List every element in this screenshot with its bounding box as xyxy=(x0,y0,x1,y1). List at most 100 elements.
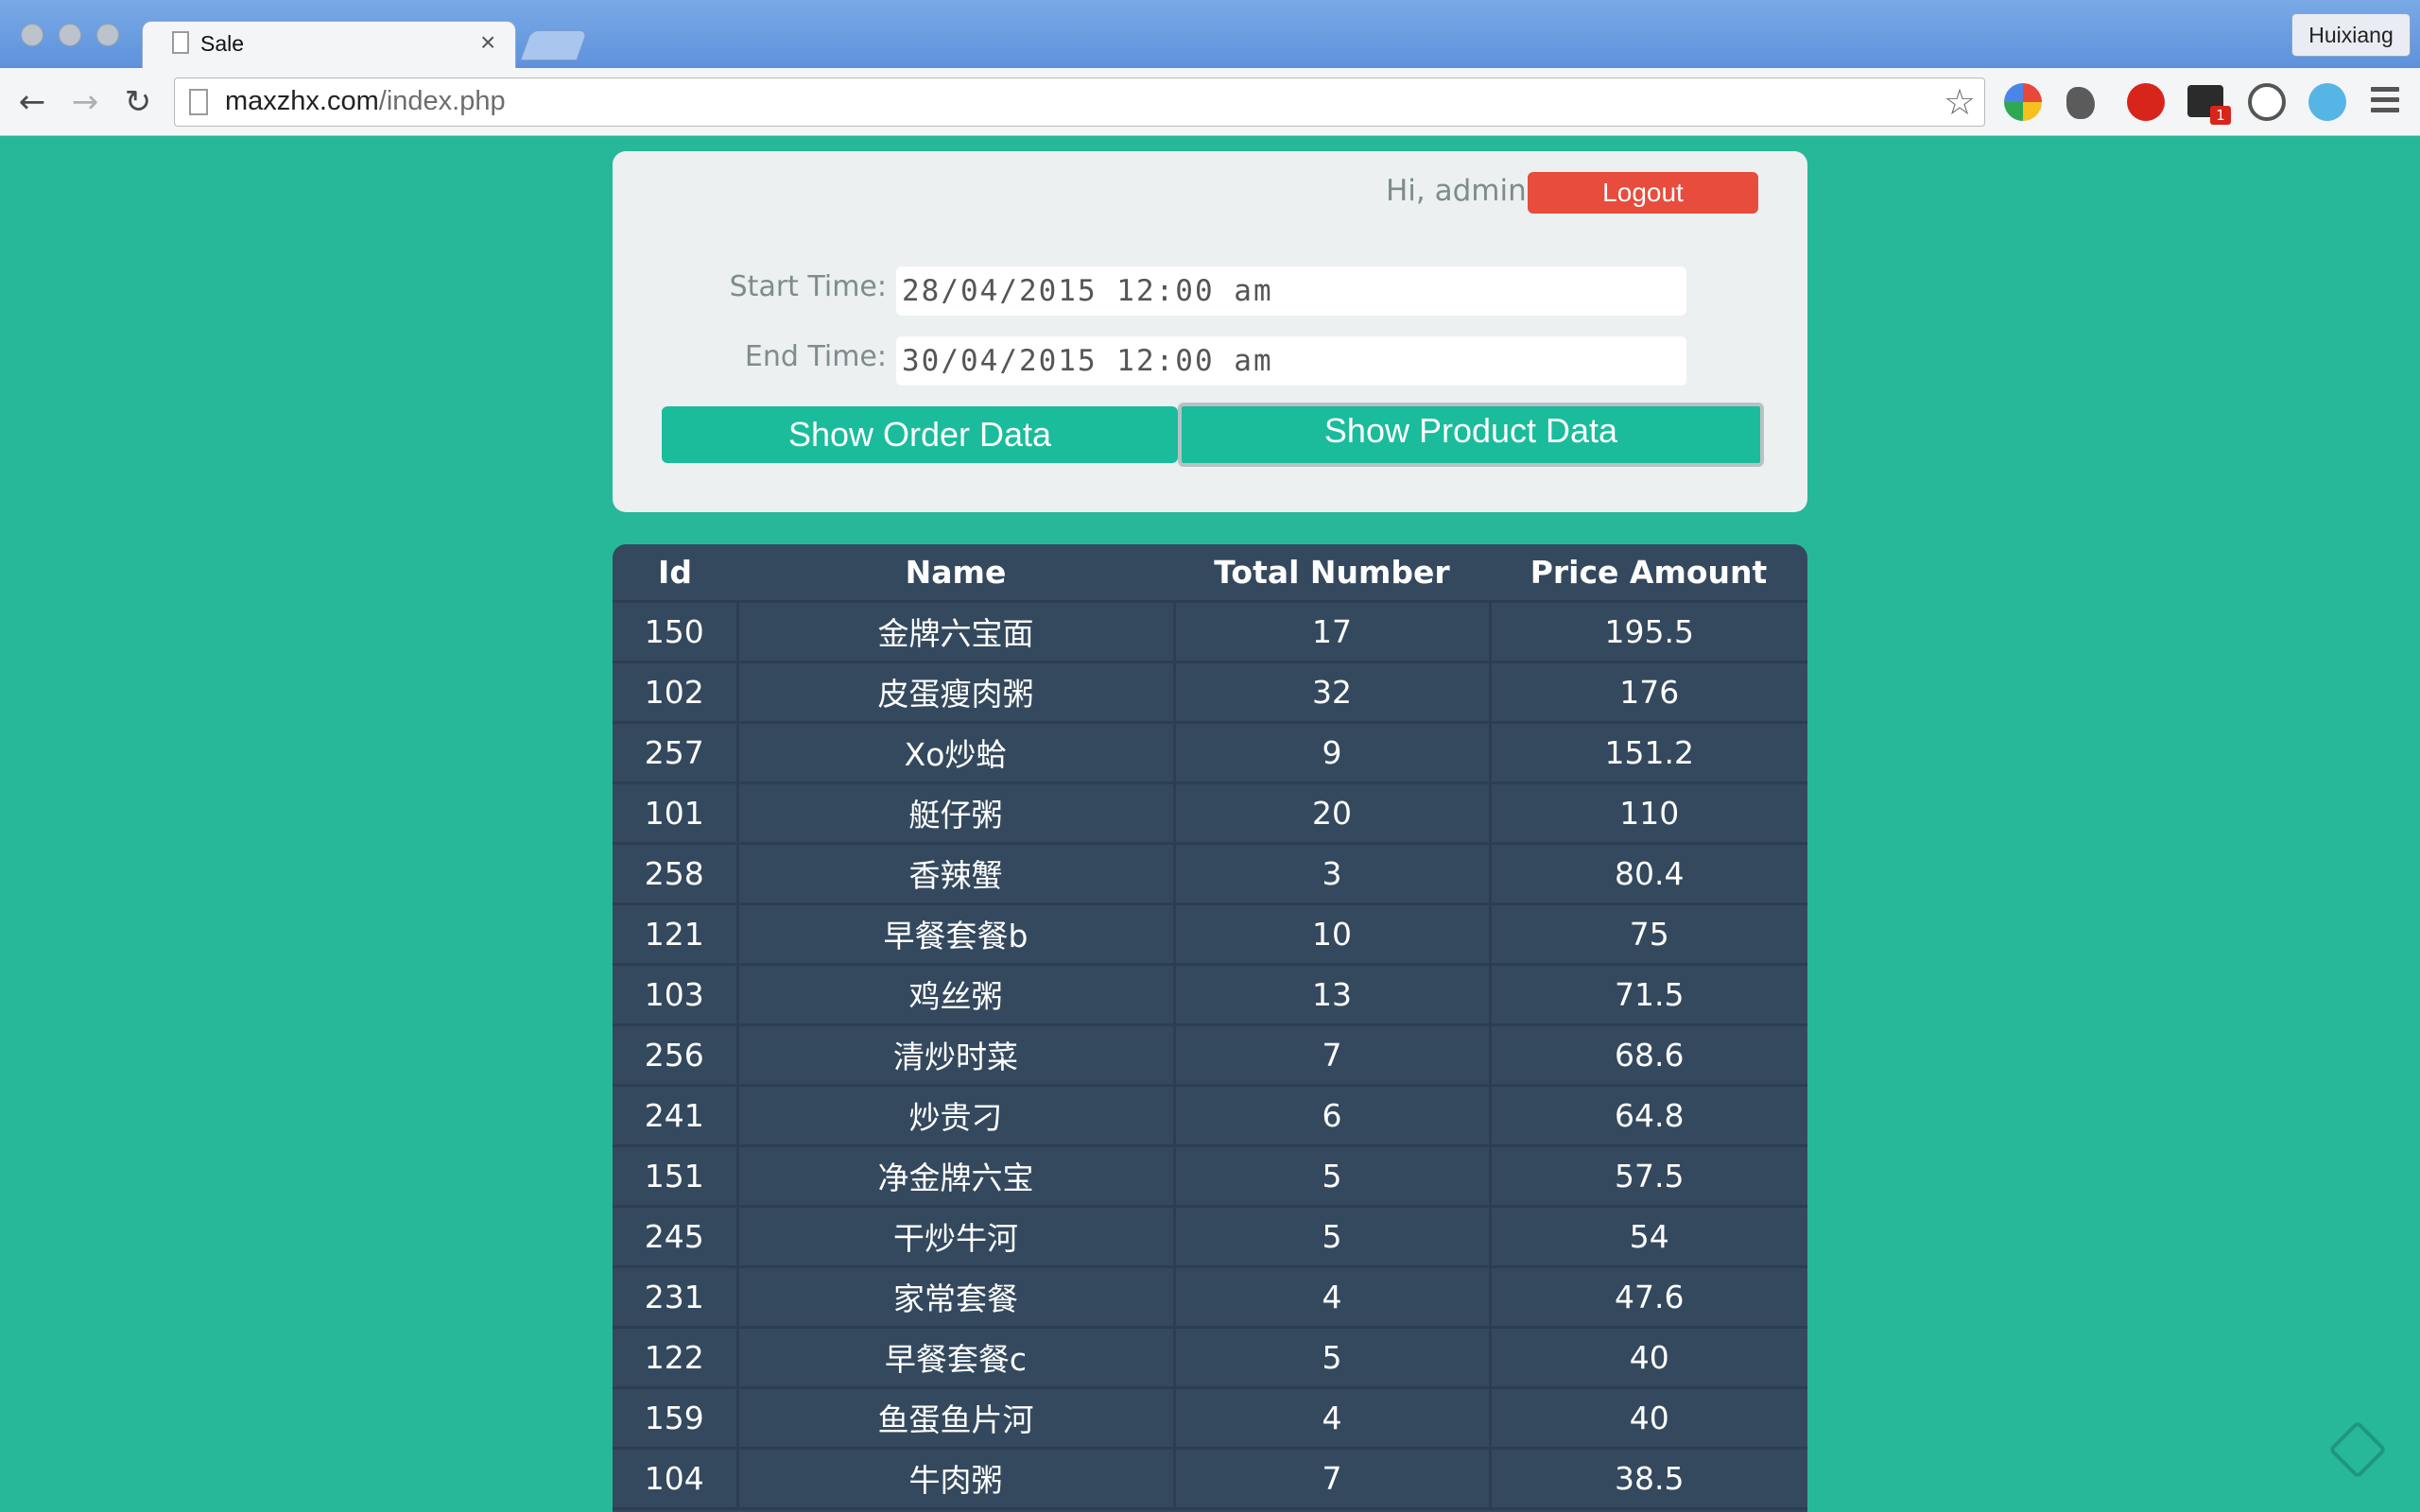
cell-name: 金牌六宝面 xyxy=(735,599,1176,663)
cell-id: 103 xyxy=(613,962,739,1026)
cell-name: 净金牌六宝 xyxy=(735,1143,1176,1208)
cell-id: 231 xyxy=(613,1264,739,1329)
table-row: 122 早餐套餐c 5 40 xyxy=(613,1325,1807,1389)
cell-total-number: 10 xyxy=(1172,902,1492,966)
cell-total-number: 32 xyxy=(1172,660,1492,724)
cell-total-number: 9 xyxy=(1172,720,1492,784)
cell-total-number: 13 xyxy=(1172,962,1492,1026)
address-url[interactable]: maxzhx.com/index.php xyxy=(225,86,506,117)
window-zoom-icon[interactable] xyxy=(96,24,119,46)
cell-name: Xo炒蛤 xyxy=(735,720,1176,784)
cell-price-amount: 176 xyxy=(1488,660,1807,724)
cell-id: 245 xyxy=(613,1204,739,1268)
cell-id: 104 xyxy=(613,1446,739,1510)
hamburger-menu-icon[interactable] xyxy=(2371,87,2399,118)
show-order-data-button[interactable]: Show Order Data xyxy=(662,406,1178,463)
cell-total-number: 7 xyxy=(1172,1022,1492,1087)
table-row: 231 家常套餐 4 47.6 xyxy=(613,1264,1807,1329)
cell-price-amount: 54 xyxy=(1488,1204,1807,1268)
star-icon[interactable]: ☆ xyxy=(1944,81,1976,123)
cell-name: 香辣蟹 xyxy=(735,841,1176,905)
cell-total-number: 5 xyxy=(1172,1143,1492,1208)
cell-total-number: 7 xyxy=(1172,1446,1492,1510)
cell-total-number: 5 xyxy=(1172,1204,1492,1268)
forward-arrow-icon[interactable]: → xyxy=(64,81,106,123)
cell-id: 258 xyxy=(613,841,739,905)
table-row: 159 鱼蛋鱼片河 4 40 xyxy=(613,1385,1807,1450)
tab-title: Sale xyxy=(200,31,245,56)
start-time-input[interactable]: 28/04/2015 12:00 am xyxy=(896,266,1686,316)
info-circle-icon[interactable] xyxy=(2248,83,2286,121)
cell-price-amount: 40 xyxy=(1488,1325,1807,1389)
cell-total-number: 4 xyxy=(1172,1264,1492,1329)
cell-id: 102 xyxy=(613,660,739,724)
show-product-data-button[interactable]: Show Product Data xyxy=(1178,403,1764,467)
cell-name: 艇仔粥 xyxy=(735,781,1176,845)
browser-tab-active[interactable] xyxy=(142,21,516,70)
cell-price-amount: 47.6 xyxy=(1488,1264,1807,1329)
cell-name: 干炒牛河 xyxy=(735,1204,1176,1268)
cell-total-number: 3 xyxy=(1172,841,1492,905)
table-row: 150 金牌六宝面 17 195.5 xyxy=(613,599,1807,663)
window-minimize-icon[interactable] xyxy=(59,24,81,46)
cell-name: 早餐套餐b xyxy=(735,902,1176,966)
chrome-extension-icon[interactable] xyxy=(2004,83,2042,121)
cell-id: 256 xyxy=(613,1022,739,1087)
cell-total-number: 17 xyxy=(1172,599,1492,663)
table-row: 241 炒贵刁 6 64.8 xyxy=(613,1083,1807,1147)
table-row: 258 香辣蟹 3 80.4 xyxy=(613,841,1807,905)
back-arrow-icon[interactable]: ← xyxy=(11,81,53,123)
cell-price-amount: 68.6 xyxy=(1488,1022,1807,1087)
start-time-label: Start Time: xyxy=(729,270,887,303)
feedly-leaf-icon[interactable] xyxy=(2327,1419,2388,1480)
cell-name: 鱼蛋鱼片河 xyxy=(735,1385,1176,1450)
new-tab-button[interactable] xyxy=(520,30,588,60)
table-row: 102 皮蛋瘦肉粥 32 176 xyxy=(613,660,1807,724)
url-host: maxzhx.com xyxy=(225,86,379,116)
cell-id: 121 xyxy=(613,902,739,966)
evernote-elephant-icon[interactable] xyxy=(2066,87,2095,119)
vimeo-v-icon[interactable] xyxy=(2308,83,2346,121)
cell-id: 150 xyxy=(613,599,739,663)
cell-id: 122 xyxy=(613,1325,739,1389)
window-close-icon[interactable] xyxy=(21,24,43,46)
adblock-hand-icon[interactable] xyxy=(2127,83,2165,121)
table-row: 256 清炒时菜 7 68.6 xyxy=(613,1022,1807,1087)
table-row: 257 Xo炒蛤 9 151.2 xyxy=(613,720,1807,784)
cell-price-amount: 64.8 xyxy=(1488,1083,1807,1147)
logout-button[interactable]: Logout xyxy=(1528,172,1758,214)
url-path: /index.php xyxy=(378,86,506,116)
cell-price-amount: 195.5 xyxy=(1488,599,1807,663)
cell-price-amount: 75 xyxy=(1488,902,1807,966)
cell-price-amount: 71.5 xyxy=(1488,962,1807,1026)
page-info-icon[interactable] xyxy=(189,89,208,115)
column-header-id: Id xyxy=(658,553,692,591)
table-body: 150 金牌六宝面 17 195.5 102 皮蛋瘦肉粥 32 176 257 Xo炒蛤 9 151.… xyxy=(613,599,1807,1510)
cell-id: 159 xyxy=(613,1385,739,1450)
cell-total-number: 20 xyxy=(1172,781,1492,845)
cell-name: 早餐套餐c xyxy=(735,1325,1176,1389)
profile-button[interactable]: Huixiang xyxy=(2291,13,2411,57)
notification-badge-icon: 1 xyxy=(2210,106,2231,125)
user-greeting: Hi, admin xyxy=(1386,174,1527,208)
end-time-label: End Time: xyxy=(744,340,887,373)
reload-icon[interactable]: ↻ xyxy=(117,81,159,123)
table-row: 103 鸡丝粥 13 71.5 xyxy=(613,962,1807,1026)
table-row: 101 艇仔粥 20 110 xyxy=(613,781,1807,845)
cell-price-amount: 40 xyxy=(1488,1385,1807,1450)
cell-name: 皮蛋瘦肉粥 xyxy=(735,660,1176,724)
cell-name: 清炒时菜 xyxy=(735,1022,1176,1087)
cell-name: 家常套餐 xyxy=(735,1264,1176,1329)
cell-id: 257 xyxy=(613,720,739,784)
cell-id: 151 xyxy=(613,1143,739,1208)
cell-price-amount: 38.5 xyxy=(1488,1446,1807,1510)
table-row: 121 早餐套餐b 10 75 xyxy=(613,902,1807,966)
page-file-icon xyxy=(172,31,189,54)
end-time-input[interactable]: 30/04/2015 12:00 am xyxy=(896,336,1686,386)
tab-close-icon[interactable]: × xyxy=(480,28,495,57)
cell-price-amount: 57.5 xyxy=(1488,1143,1807,1208)
cell-name: 牛肉粥 xyxy=(735,1446,1176,1510)
column-header-price-amount: Price Amount xyxy=(1530,553,1768,591)
cell-id: 241 xyxy=(613,1083,739,1147)
cell-name: 炒贵刁 xyxy=(735,1083,1176,1147)
